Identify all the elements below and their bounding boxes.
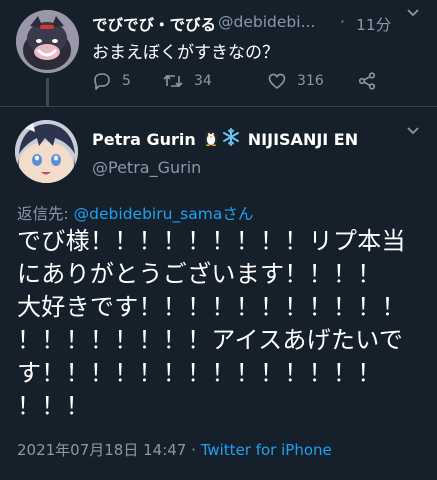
reply-count: 5 (122, 73, 131, 89)
tweet-date: 2021年07月18日 14:47 (17, 441, 187, 459)
tweet-text-line: ！！！！！！！！アイスあげたいで (17, 326, 404, 354)
parent-tweet[interactable]: でびでび・でびる @debidebi... · 11分 おまえぼくがすきなの？ … (0, 0, 437, 106)
parent-timestamp[interactable]: 11分 (356, 13, 391, 35)
reply-icon (92, 71, 112, 91)
main-handle[interactable]: @Petra_Gurin (92, 158, 201, 177)
share-icon (357, 71, 377, 91)
main-display-name-suffix: NIJISANJI EN (247, 129, 359, 149)
retweet-button[interactable]: 34 (162, 71, 267, 91)
reply-button[interactable]: 5 (92, 71, 162, 91)
heart-icon (267, 71, 287, 91)
main-more-icon[interactable] (405, 122, 421, 143)
tweet-thread-view: でびでび・でびる @debidebi... · 11分 おまえぼくがすきなの？ … (0, 0, 437, 480)
tweet-divider (0, 106, 437, 107)
tweet-meta: 2021年07月18日 14:47 · Twitter for iPhone (17, 439, 332, 460)
thread-connector-line (46, 78, 49, 106)
main-tweet-text: でび様！！！！！！！！！リプ本当 にありがとうございます！！！！ 大好きです！！… (17, 225, 429, 423)
retweet-icon (162, 71, 184, 91)
like-count: 316 (297, 73, 324, 89)
tweet-text-line: でび様！！！！！！！！！リプ本当 (17, 227, 406, 255)
parent-tweet-text: おまえぼくがすきなの？ (92, 43, 279, 63)
penguin-emoji-icon (203, 128, 219, 150)
more-icon[interactable] (405, 4, 421, 25)
main-display-name[interactable]: Petra Gurin NIJISANJI EN (92, 128, 358, 150)
tweet-text-line: す！！！！！！！！！！！！！！ (17, 359, 382, 387)
tweet-text-line: にありがとうございます！！！！ (17, 260, 382, 288)
replying-to: 返信先: @debidebiru_samaさん (17, 202, 253, 224)
parent-time-separator: · (340, 13, 345, 31)
parent-display-name[interactable]: でびでび・でびる (92, 13, 216, 35)
replying-label: 返信先: (17, 205, 69, 223)
parent-handle[interactable]: @debidebi... (218, 13, 315, 31)
parent-action-bar: 5 34 316 (92, 71, 377, 91)
main-display-name-text: Petra Gurin (92, 129, 196, 149)
retweet-count: 34 (194, 73, 212, 89)
main-avatar[interactable] (15, 120, 78, 183)
tweet-text-line: 大好きです！！！！！！！！！！！ (17, 293, 406, 321)
parent-avatar[interactable] (16, 10, 79, 73)
tweet-text-line: ！！！ (17, 392, 90, 420)
replying-mention-link[interactable]: @debidebiru_samaさん (74, 205, 254, 223)
meta-separator: · (191, 441, 196, 459)
snowflake-emoji-icon (222, 128, 240, 150)
like-button[interactable]: 316 (267, 71, 357, 91)
tweet-source-link[interactable]: Twitter for iPhone (201, 441, 332, 459)
share-button[interactable] (357, 71, 377, 91)
